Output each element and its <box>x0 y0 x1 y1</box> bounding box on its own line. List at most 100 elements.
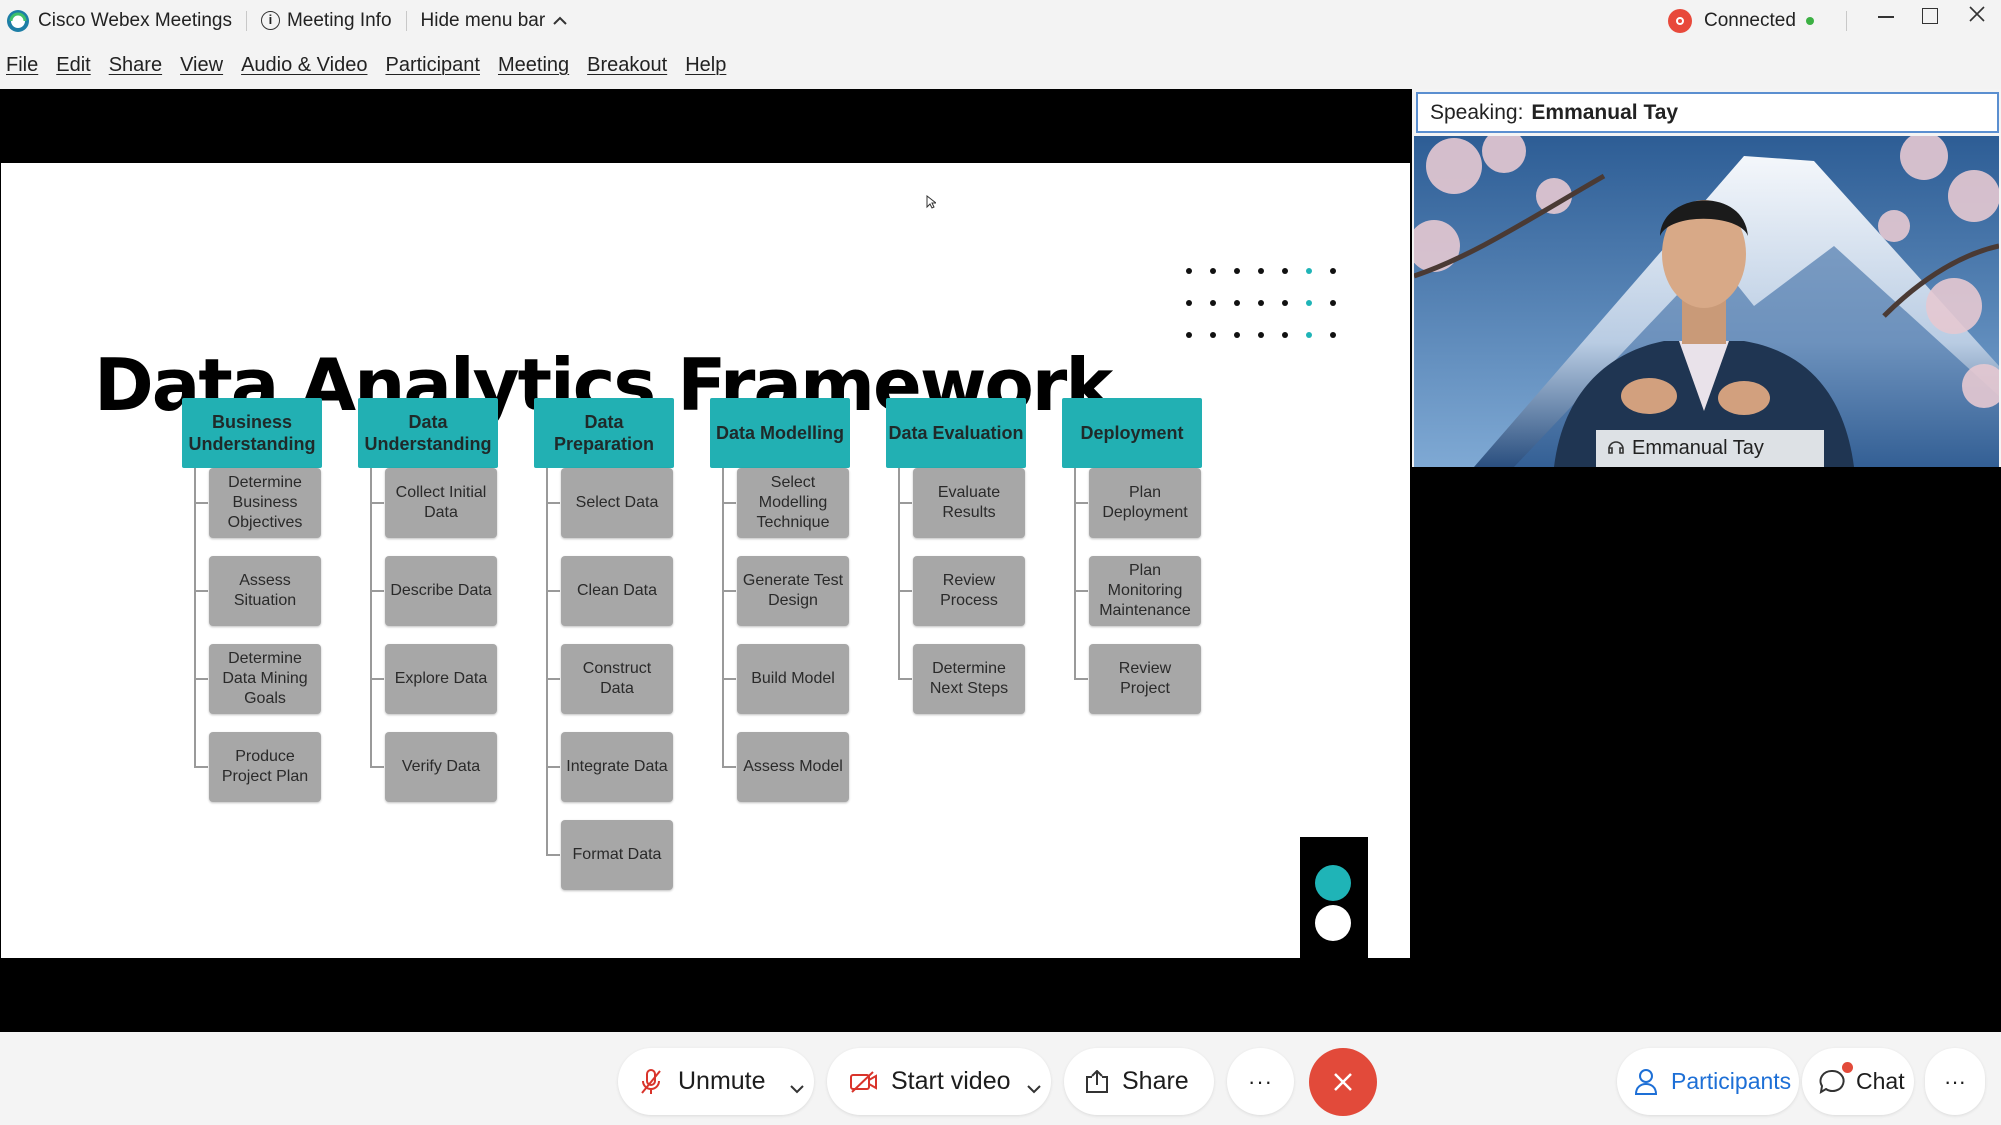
maximize-button[interactable] <box>1922 8 1940 26</box>
framework-task-explore-data: Explore Data <box>385 644 497 714</box>
connector-line <box>722 468 724 768</box>
menu-meeting[interactable]: Meeting <box>498 54 569 77</box>
active-speaker-bar: Speaking: Emmanual Tay <box>1416 92 1999 133</box>
connector-line <box>722 678 736 680</box>
decor-dot <box>1306 332 1312 338</box>
framework-task-review-project: Review Project <box>1089 644 1201 714</box>
connector-line <box>898 468 900 680</box>
menu-view[interactable]: View <box>180 54 223 77</box>
end-meeting-button[interactable] <box>1309 1048 1377 1116</box>
menu-help[interactable]: Help <box>685 54 726 77</box>
menu-edit[interactable]: Edit <box>56 54 90 77</box>
framework-task-produce-project-plan: Produce Project Plan <box>209 732 321 802</box>
video-options-chevron-icon[interactable] <box>1027 1072 1041 1101</box>
connector-line <box>1074 590 1088 592</box>
share-label: Share <box>1122 1067 1189 1095</box>
connector-line <box>1074 502 1088 504</box>
audio-options-chevron-icon[interactable] <box>790 1072 804 1101</box>
hide-menu-label: Hide menu bar <box>420 9 546 31</box>
connector-line <box>370 766 384 768</box>
title-bar: Cisco Webex Meetings i Meeting Info Hide… <box>0 0 2001 41</box>
framework-task-determine-business-objectives: Determine Business Objectives <box>209 468 321 538</box>
connector-line <box>370 590 384 592</box>
framework-task-construct-data: Construct Data <box>561 644 673 714</box>
framework-task-review-process: Review Process <box>913 556 1025 626</box>
app-name: Cisco Webex Meetings <box>38 9 232 31</box>
framework-stage-data-understanding: Data Understanding <box>358 398 498 468</box>
empty-video-area <box>1412 467 2001 1032</box>
connector-line <box>194 468 196 768</box>
chat-button[interactable]: Chat <box>1802 1048 1914 1115</box>
share-button[interactable]: Share <box>1064 1048 1214 1115</box>
chat-label: Chat <box>1856 1068 1905 1094</box>
framework-task-evaluate-results: Evaluate Results <box>913 468 1025 538</box>
speaker-name: Emmanual Tay <box>1531 100 1679 124</box>
speaking-label: Speaking: <box>1430 100 1524 124</box>
more-icon: ··· <box>1248 1068 1273 1094</box>
decor-dot <box>1306 268 1312 274</box>
muted-microphone-icon <box>641 1068 661 1094</box>
decor-dot <box>1186 268 1192 274</box>
decor-dot <box>1234 300 1240 306</box>
connector-line <box>722 766 736 768</box>
decor-dot <box>1186 332 1192 338</box>
presentation-slide: Data Analytics Framework Business Unders… <box>1 163 1410 958</box>
framework-task-assess-model: Assess Model <box>737 732 849 802</box>
menu-share[interactable]: Share <box>109 54 162 77</box>
speaker-video-tile[interactable] <box>1414 136 1999 467</box>
decor-dot <box>1330 300 1336 306</box>
connector-line <box>370 678 384 680</box>
divider <box>245 10 247 31</box>
status-text: Connected <box>1704 9 1796 31</box>
divider <box>1846 11 1847 31</box>
framework-stage-deployment: Deployment <box>1062 398 1202 468</box>
connector-line <box>546 590 560 592</box>
unmute-label: Unmute <box>678 1067 766 1095</box>
minimize-button[interactable] <box>1876 0 1896 33</box>
framework-stage-data-preparation: Data Preparation <box>534 398 674 468</box>
framework-task-format-data: Format Data <box>561 820 673 890</box>
slide-nav-dot-active[interactable] <box>1315 865 1351 901</box>
connection-status[interactable]: Connected <box>1668 0 1814 41</box>
decor-dot <box>1210 300 1216 306</box>
decor-dot <box>1306 300 1312 306</box>
connector-line <box>194 502 208 504</box>
maximize-icon <box>1922 8 1938 24</box>
menu-audio-video[interactable]: Audio & Video <box>241 54 367 77</box>
connector-line <box>546 502 560 504</box>
decor-dot <box>1234 268 1240 274</box>
slide-nav-dot[interactable] <box>1315 905 1351 941</box>
more-icon: ··· <box>1944 1068 1966 1094</box>
menu-file[interactable]: File <box>6 54 38 77</box>
framework-task-determine-data-mining-goals: Determine Data Mining Goals <box>209 644 321 714</box>
framework-task-determine-next-steps: Determine Next Steps <box>913 644 1025 714</box>
decor-dot <box>1210 268 1216 274</box>
status-dot-icon <box>1805 16 1814 25</box>
connector-line <box>722 590 736 592</box>
connector-line <box>546 766 560 768</box>
menu-participant[interactable]: Participant <box>385 54 480 77</box>
more-options-button[interactable]: ··· <box>1227 1048 1294 1115</box>
participants-button[interactable]: Participants <box>1617 1048 1799 1115</box>
decor-dot <box>1258 300 1264 306</box>
connector-line <box>722 502 736 504</box>
decor-dot <box>1234 332 1240 338</box>
close-icon <box>1334 1073 1352 1091</box>
decor-dot <box>1186 300 1192 306</box>
connector-line <box>194 766 208 768</box>
unmute-button[interactable]: Unmute <box>618 1048 814 1115</box>
chat-notification-dot <box>1842 1062 1853 1073</box>
connector-line <box>194 678 208 680</box>
framework-task-verify-data: Verify Data <box>385 732 497 802</box>
hide-menu-bar-button[interactable]: Hide menu bar <box>421 0 568 41</box>
panel-more-button[interactable]: ··· <box>1925 1048 1985 1115</box>
framework-task-collect-initial-data: Collect Initial Data <box>385 468 497 538</box>
connector-line <box>1074 678 1088 680</box>
menu-breakout[interactable]: Breakout <box>587 54 667 77</box>
meeting-info-button[interactable]: i Meeting Info <box>260 0 392 41</box>
shared-content-area[interactable]: Data Analytics Framework Business Unders… <box>0 89 1412 1047</box>
close-window-button[interactable] <box>1968 5 1988 27</box>
framework-stage-data-evaluation: Data Evaluation <box>886 398 1026 468</box>
meeting-info-label: Meeting Info <box>286 9 392 31</box>
start-video-button[interactable]: Start video <box>827 1048 1051 1115</box>
